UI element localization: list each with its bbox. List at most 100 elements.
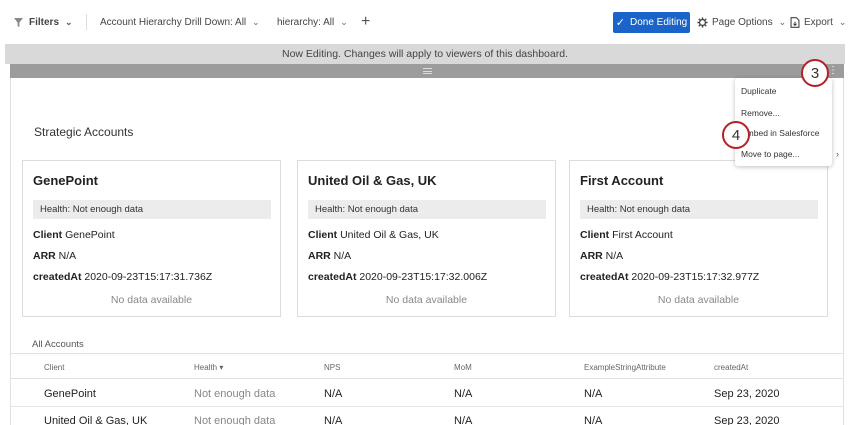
arr-field-label: ARR [580,250,603,262]
export-label: Export [804,16,833,28]
client-value: United Oil & Gas, UK [340,229,439,241]
created-row: createdAt 2020-09-23T15:17:32.006Z [308,271,487,283]
drag-grip-icon [422,68,432,74]
cell-nps: N/A [324,415,343,425]
client-value: GenePoint [65,229,115,241]
done-editing-label: Done Editing [629,17,688,28]
account-card-name: United Oil & Gas, UK [308,173,437,188]
sort-descending-icon: ▾ [219,363,224,372]
widget-drag-handle[interactable]: ⋮ [10,64,844,78]
cell-createdat: Sep 23, 2020 [714,388,780,400]
step-3-badge: 3 [801,59,829,87]
widget-title: Strategic Accounts [34,125,134,139]
account-card: First Account Health: Not enough data Cl… [569,160,828,317]
check-icon: ✓ [615,17,625,29]
filters-label: Filters [29,16,60,28]
arr-row: ARR N/A [308,250,351,262]
no-data-text: No data available [657,294,740,306]
chevron-down-icon: ⌄ [778,16,787,27]
table-row[interactable]: GenePoint Not enough data N/A N/A N/A Se… [10,380,844,407]
editing-banner: Now Editing. Changes will apply to viewe… [5,44,845,64]
menu-item-duplicate[interactable]: Duplicate [741,86,776,96]
arr-row: ARR N/A [580,250,623,262]
page-options-label: Page Options [712,16,773,28]
cell-health: Not enough data [194,388,276,400]
cell-mom: N/A [454,388,473,400]
column-header-nps[interactable]: NPS [324,363,340,372]
account-card: GenePoint Health: Not enough data Client… [22,160,281,317]
cell-nps: N/A [324,388,343,400]
column-header-health-label: Health [194,363,218,372]
client-row: Client GenePoint [33,229,115,241]
created-field-label: createdAt [308,271,357,283]
hierarchy-filter-label: hierarchy: All [277,16,335,28]
client-field-label: Client [580,229,610,241]
chevron-down-icon: ⌄ [838,16,847,27]
column-header-health[interactable]: Health ▾ [194,363,223,372]
menu-item-move-to-page-label: Move to page... [741,149,800,159]
cell-health: Not enough data [194,415,276,425]
arr-value: N/A [333,250,352,262]
table-title: All Accounts [32,339,84,350]
created-row: createdAt 2020-09-23T15:17:32.977Z [580,271,759,283]
account-hierarchy-filter-label: Account Hierarchy Drill Down: All [100,16,247,28]
no-data-text: No data available [385,294,468,306]
arr-field-label: ARR [308,250,331,262]
account-hierarchy-filter[interactable]: Account Hierarchy Drill Down: All ⌄ [100,0,260,44]
account-card-name: GenePoint [33,173,99,188]
menu-item-embed-in-salesforce[interactable]: Embed in Salesforce [741,128,819,138]
created-value: 2020-09-23T15:17:31.736Z [84,271,213,283]
client-field-label: Client [33,229,63,241]
created-field-label: createdAt [33,271,82,283]
health-badge: Health: Not enough data [33,200,271,219]
created-value: 2020-09-23T15:17:32.006Z [359,271,488,283]
funnel-icon [14,17,23,27]
client-value: First Account [612,229,673,241]
export-button[interactable]: Export ⌄ [790,0,846,44]
gear-icon [697,16,708,28]
chevron-down-icon: ⌄ [340,16,348,27]
client-row: Client First Account [580,229,673,241]
cell-client: United Oil & Gas, UK [44,415,148,425]
table-row[interactable]: United Oil & Gas, UK Not enough data N/A… [10,407,844,425]
hierarchy-filter[interactable]: hierarchy: All ⌄ [277,0,348,44]
chevron-down-icon: ⌄ [65,16,73,27]
cell-client: GenePoint [44,388,96,400]
health-badge: Health: Not enough data [308,200,546,219]
done-editing-button[interactable]: ✓ Done Editing [613,12,690,33]
step-4-badge: 4 [722,121,750,149]
menu-item-move-to-page[interactable]: Move to page... › [741,149,839,159]
arr-row: ARR N/A [33,250,76,262]
client-row: Client United Oil & Gas, UK [308,229,439,241]
cell-examplestringattribute: N/A [584,415,603,425]
chevron-down-icon: ⌄ [252,16,260,27]
created-value: 2020-09-23T15:17:32.977Z [631,271,760,283]
filters-button[interactable]: Filters ⌄ [14,0,73,44]
arr-field-label: ARR [33,250,56,262]
toolbar-divider [86,14,87,30]
widget-context-menu: Duplicate Remove... Embed in Salesforce … [735,78,839,166]
editing-banner-text: Now Editing. Changes will apply to viewe… [282,48,568,60]
plus-icon: + [361,13,371,30]
menu-item-remove[interactable]: Remove... [741,108,780,118]
arr-value: N/A [58,250,77,262]
export-document-icon [790,16,800,28]
account-card-name: First Account [580,173,664,188]
health-badge: Health: Not enough data [580,200,818,219]
cell-createdat: Sep 23, 2020 [714,415,780,425]
no-data-text: No data available [110,294,193,306]
kebab-menu-icon[interactable]: ⋮ [828,66,838,76]
column-header-examplestringattribute[interactable]: ExampleStringAttribute [584,363,666,372]
chevron-right-icon: › [836,149,839,159]
account-card: United Oil & Gas, UK Health: Not enough … [297,160,556,317]
add-filter-button[interactable]: + [361,0,370,44]
page-options-button[interactable]: Page Options ⌄ [697,0,786,44]
table-header: Client Health ▾ NPS MoM ExampleStringAtt… [10,353,844,379]
column-header-mom[interactable]: MoM [454,363,472,372]
created-field-label: createdAt [580,271,629,283]
client-field-label: Client [308,229,338,241]
dashboard-toolbar: Filters ⌄ Account Hierarchy Drill Down: … [0,0,850,44]
column-header-createdat[interactable]: createdAt [714,363,748,372]
column-header-client[interactable]: Client [44,363,64,372]
cell-examplestringattribute: N/A [584,388,603,400]
